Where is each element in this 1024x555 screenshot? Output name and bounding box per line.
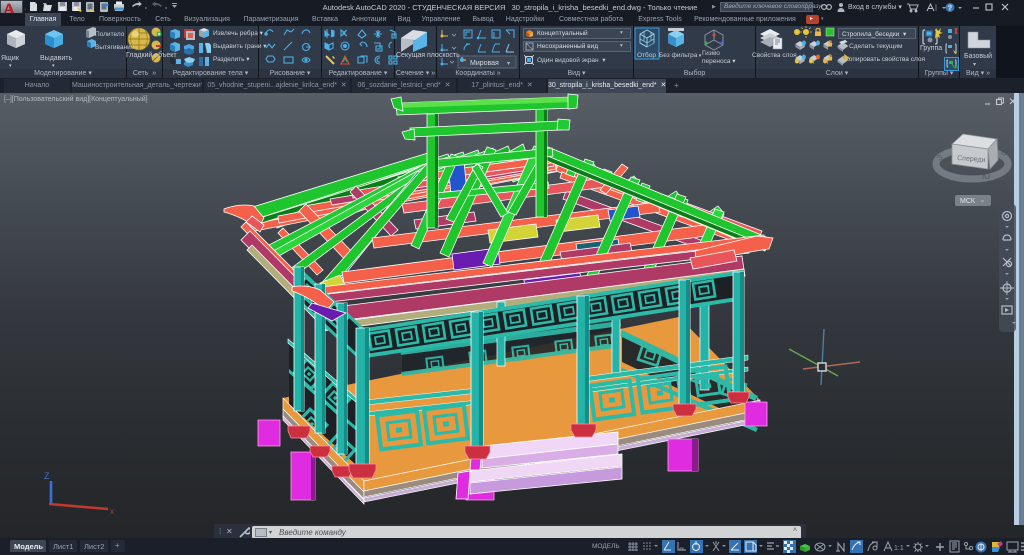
svg-text:x: x xyxy=(110,507,114,516)
svg-text:МСК: МСК xyxy=(960,198,976,205)
svg-text:1:1: 1:1 xyxy=(894,545,904,552)
svg-text:▾: ▾ xyxy=(973,62,976,68)
svg-text:Группа: Группа xyxy=(920,45,942,52)
svg-text:Z: Z xyxy=(44,471,50,481)
svg-text:Базовый: Базовый xyxy=(964,52,992,60)
svg-text:Выдавить грани ▾: Выдавить грани ▾ xyxy=(213,43,267,50)
svg-text:▿: ▿ xyxy=(981,199,984,205)
svg-text:?: ? xyxy=(948,5,952,12)
svg-text:▾: ▾ xyxy=(507,61,510,67)
svg-text:Мировая: Мировая xyxy=(470,60,499,67)
svg-text:Извлечь ребра ▾: Извлечь ребра ▾ xyxy=(213,29,264,37)
svg-text:Разделить ▾: Разделить ▾ xyxy=(213,56,250,63)
svg-text:Ю: Ю xyxy=(982,172,990,181)
